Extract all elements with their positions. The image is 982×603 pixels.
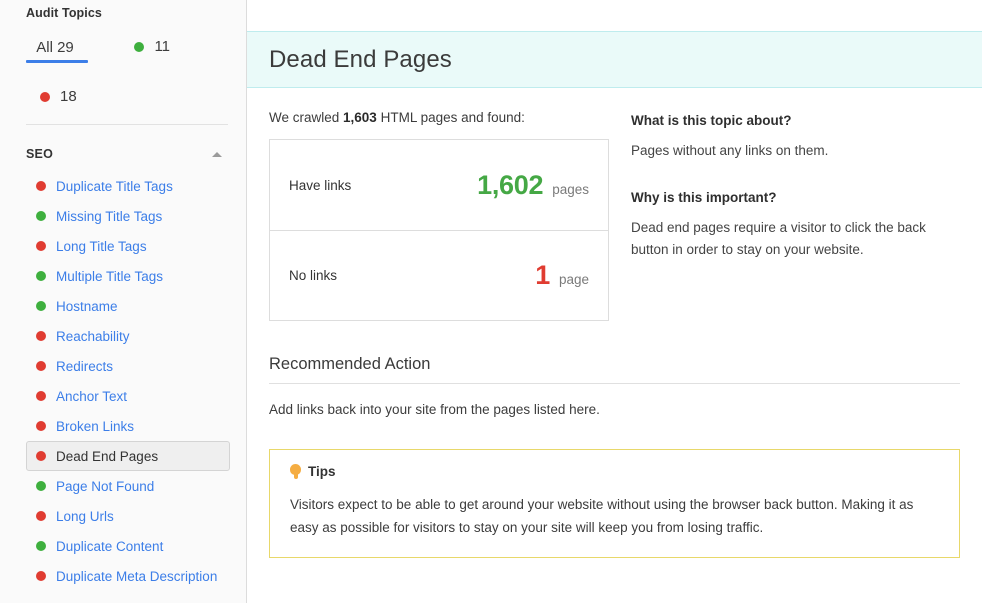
status-dot-icon: [36, 451, 46, 461]
tab-green-count: 11: [154, 38, 171, 55]
status-dot-icon: [36, 481, 46, 491]
sidebar-item-page-not-found[interactable]: Page Not Found: [26, 471, 230, 501]
sidebar-item-label: Duplicate Meta Description: [56, 568, 218, 584]
sidebar-item-multiple-title-tags[interactable]: Multiple Title Tags: [26, 261, 230, 291]
sidebar-title: Audit Topics: [26, 6, 102, 20]
status-dot-icon: [36, 541, 46, 551]
crawl-prefix: We crawled: [269, 110, 344, 125]
stats-box: Have links 1,602 pages No links 1 page: [269, 139, 609, 321]
sidebar-item-redirects[interactable]: Redirects: [26, 351, 230, 381]
caret-up-icon[interactable]: [212, 151, 222, 157]
stat-value: 1,602 pages: [477, 170, 589, 201]
status-dot-icon: [36, 421, 46, 431]
sidebar-item-missing-title-tags[interactable]: Missing Title Tags: [26, 201, 230, 231]
sidebar-item-label: Long Title Tags: [56, 238, 147, 254]
status-dot-icon: [36, 271, 46, 281]
main-content: We crawled 1,603 HTML pages and found: H…: [247, 110, 982, 559]
red-dot-icon: [40, 91, 50, 102]
app-root: Audit Topics All 29 11 18 SEO Duplicate …: [0, 0, 982, 603]
sidebar-item-label: Hostname: [56, 298, 118, 314]
tab-all-label: All 29: [36, 38, 74, 56]
sidebar-item-duplicate-title-tags[interactable]: Duplicate Title Tags: [26, 171, 230, 201]
topic-list: Duplicate Title Tags Missing Title Tags …: [0, 171, 246, 591]
status-dot-icon: [36, 301, 46, 311]
sidebar-item-long-urls[interactable]: Long Urls: [26, 501, 230, 531]
sidebar-item-label: Duplicate Content: [56, 538, 164, 554]
sidebar-item-label: Long Urls: [56, 508, 114, 524]
stats-column: We crawled 1,603 HTML pages and found: H…: [269, 110, 611, 321]
status-dot-icon: [36, 211, 46, 221]
sidebar: Audit Topics All 29 11 18 SEO Duplicate …: [0, 0, 247, 603]
info-answer-about: Pages without any links on them.: [631, 143, 829, 158]
stat-unit: page: [558, 272, 589, 287]
recommended-action-text: Add links back into your site from the p…: [269, 402, 600, 417]
stat-row-have-links: Have links 1,602 pages: [270, 140, 608, 230]
stat-row-no-links: No links 1 page: [270, 230, 608, 320]
recommended-action-title: Recommended Action: [269, 355, 960, 384]
sidebar-item-label: Missing Title Tags: [56, 208, 163, 224]
sidebar-item-hostname[interactable]: Hostname: [26, 291, 230, 321]
group-label: SEO: [26, 147, 53, 161]
stat-label: Have links: [289, 177, 352, 193]
status-dot-icon: [36, 391, 46, 401]
tab-red-count: 18: [60, 88, 77, 105]
tab-all[interactable]: All 29: [26, 39, 88, 63]
info-column: What is this topic about? Pages without …: [611, 110, 960, 321]
main-panel: Dead End Pages We crawled 1,603 HTML pag…: [247, 0, 982, 603]
sidebar-item-label: Multiple Title Tags: [56, 268, 164, 284]
info-question-about: What is this topic about?: [631, 113, 792, 128]
crawl-summary-line: We crawled 1,603 HTML pages and found:: [269, 110, 611, 125]
tab-red-filter[interactable]: 18: [40, 88, 77, 112]
sidebar-item-label: Duplicate Title Tags: [56, 178, 173, 194]
sidebar-item-label: Page Not Found: [56, 478, 155, 494]
tips-header: Tips: [290, 464, 939, 479]
sidebar-item-anchor-text[interactable]: Anchor Text: [26, 381, 230, 411]
stat-value: 1 page: [535, 260, 589, 291]
status-dot-icon: [36, 571, 46, 581]
sidebar-item-dead-end-pages[interactable]: Dead End Pages: [26, 441, 230, 471]
sidebar-item-label: Reachability: [56, 328, 130, 344]
sidebar-item-label: Broken Links: [56, 418, 135, 434]
lightbulb-icon: [290, 464, 301, 479]
status-dot-icon: [36, 181, 46, 191]
page-header: Dead End Pages: [247, 31, 982, 88]
tips-label: Tips: [308, 464, 336, 479]
summary-columns: We crawled 1,603 HTML pages and found: H…: [269, 110, 960, 321]
crawl-count: 1,603: [343, 110, 377, 125]
info-question-important: Why is this important?: [631, 189, 777, 205]
tab-green-filter[interactable]: 11: [134, 38, 170, 62]
tips-text: Visitors expect to be able to get around…: [290, 497, 914, 536]
status-dot-icon: [36, 511, 46, 521]
status-dot-icon: [36, 241, 46, 251]
crawl-suffix: HTML pages and found:: [376, 110, 525, 125]
sidebar-item-long-title-tags[interactable]: Long Title Tags: [26, 231, 230, 261]
group-header-seo[interactable]: SEO: [0, 125, 246, 171]
sidebar-item-label: Dead End Pages: [56, 448, 159, 464]
stat-number: 1,602: [477, 169, 544, 200]
sidebar-item-reachability[interactable]: Reachability: [26, 321, 230, 351]
sidebar-item-duplicate-content[interactable]: Duplicate Content: [26, 531, 230, 561]
sidebar-item-label: Anchor Text: [56, 388, 128, 404]
stat-unit: pages: [552, 181, 589, 197]
page-title: Dead End Pages: [269, 45, 452, 73]
status-filter-tabs: All 29 11 18: [0, 38, 246, 124]
green-dot-icon: [134, 41, 145, 52]
sidebar-item-duplicate-meta-description[interactable]: Duplicate Meta Description: [26, 561, 230, 591]
info-answer-important: Dead end pages require a visitor to clic…: [631, 219, 926, 257]
status-dot-icon: [36, 361, 46, 371]
sidebar-item-label: Redirects: [56, 358, 114, 374]
tips-box: Tips Visitors expect to be able to get a…: [269, 449, 960, 559]
sidebar-item-broken-links[interactable]: Broken Links: [26, 411, 230, 441]
stat-label: No links: [289, 268, 338, 283]
stat-number: 1: [535, 260, 550, 290]
status-dot-icon: [36, 331, 46, 341]
